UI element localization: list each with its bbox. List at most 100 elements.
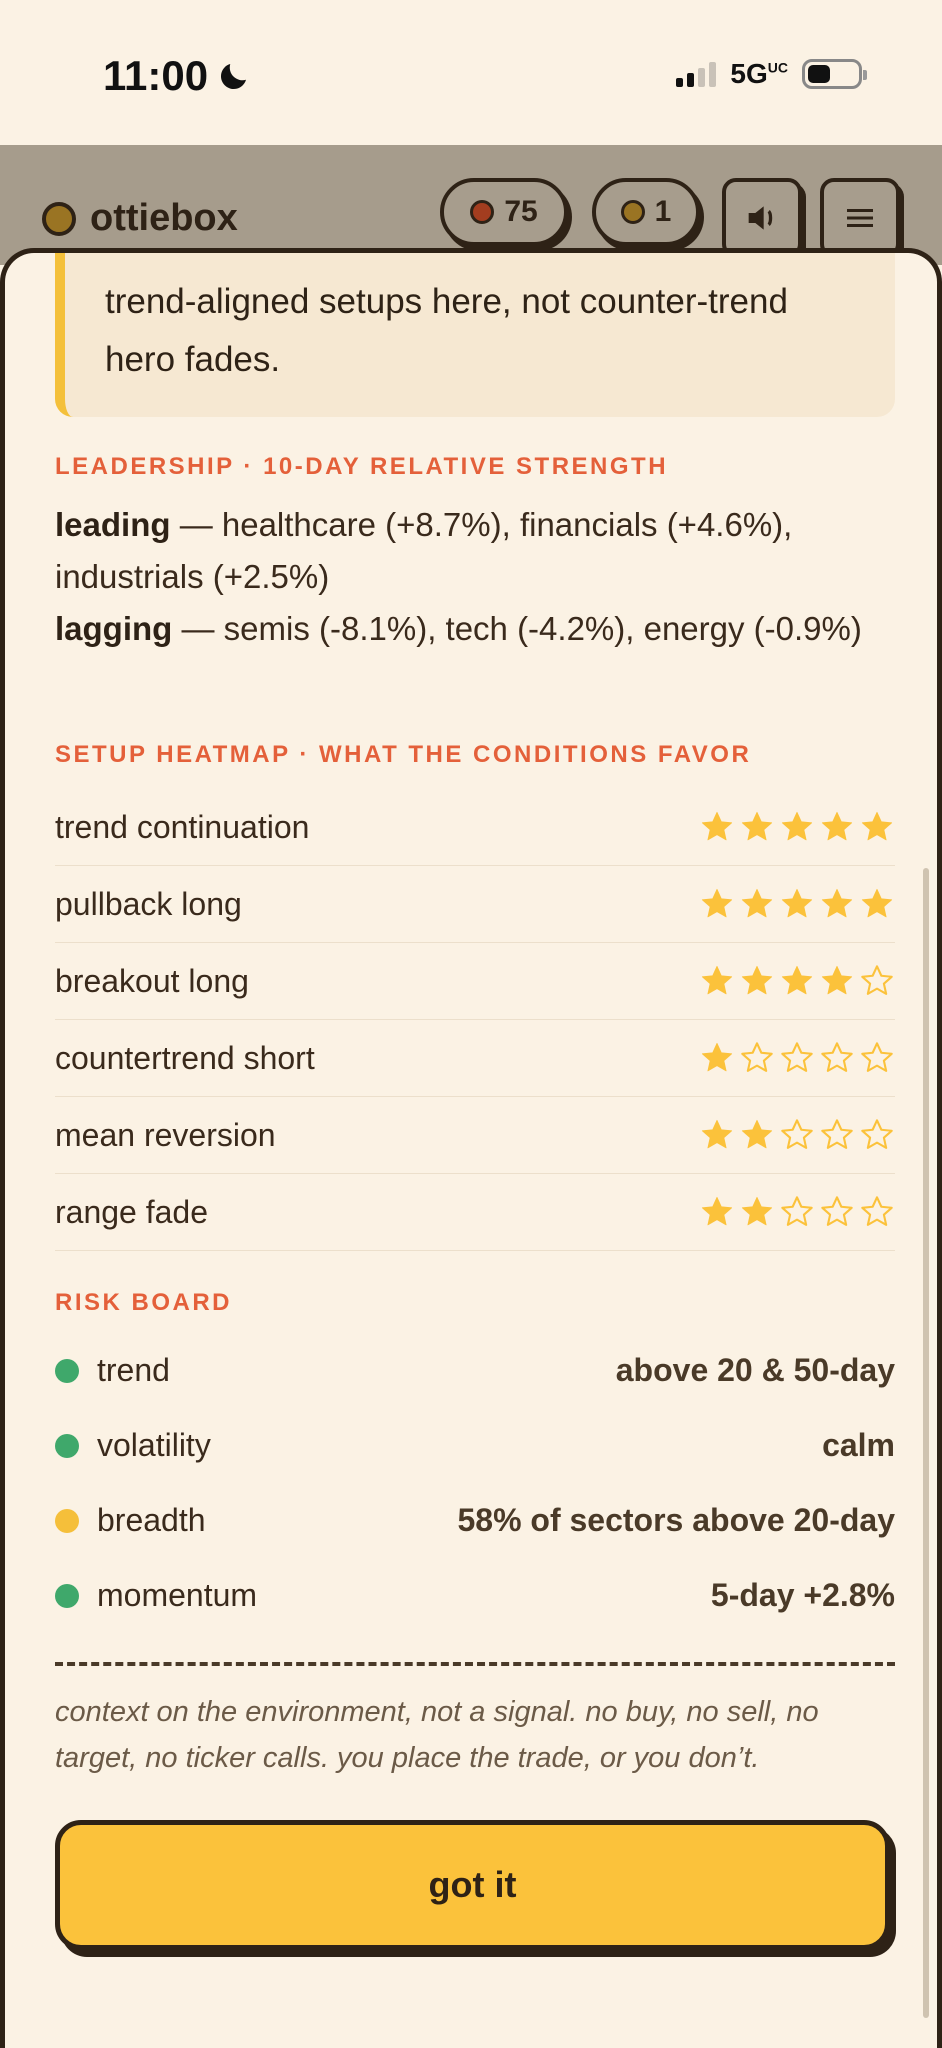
menu-button[interactable] [820, 178, 900, 258]
risk-row-breadth: breadth 58% of sectors above 20-day [55, 1483, 895, 1558]
brand-logo-icon [42, 201, 76, 236]
risk-label: volatility [97, 1427, 211, 1463]
heatmap-row-label: breakout long [55, 962, 249, 999]
star-filled-icon [701, 888, 733, 918]
star-filled-icon [701, 965, 733, 995]
star-filled-icon [741, 811, 773, 841]
star-filled-icon [741, 1196, 773, 1226]
risk-board: trend above 20 & 50-day volatility calm brea… [55, 1333, 895, 1633]
star-filled-icon [861, 811, 893, 841]
brand[interactable]: ottiebox [42, 197, 238, 240]
star-empty-icon [861, 1119, 893, 1149]
heatmap-row: mean reversion [55, 1097, 895, 1174]
clock-label: 11:00 [103, 52, 209, 99]
dashed-divider [55, 1662, 895, 1666]
star-filled-icon [741, 965, 773, 995]
star-filled-icon [821, 811, 853, 841]
star-filled-icon [741, 1119, 773, 1149]
star-empty-icon [861, 1196, 893, 1226]
star-rating [699, 809, 895, 845]
status-indicators: 5GUC [676, 58, 867, 90]
star-rating [699, 886, 895, 922]
moon-icon [221, 64, 247, 90]
heatmap-row: range fade [55, 1174, 895, 1251]
network-type: 5GUC [730, 58, 788, 89]
risk-row-left: momentum [55, 1577, 257, 1614]
lagging-label: lagging [55, 610, 173, 647]
risk-value: calm [822, 1427, 895, 1463]
star-rating [699, 963, 895, 999]
scrollbar[interactable] [923, 868, 929, 2018]
risk-label: trend [97, 1352, 170, 1388]
risk-value: 5-day +2.8% [710, 1577, 895, 1613]
heatmap-row-label: countertrend short [55, 1039, 315, 1076]
risk-row-left: trend [55, 1352, 170, 1389]
star-filled-icon [861, 888, 893, 918]
risk-row-momentum: momentum 5-day +2.8% [55, 1558, 895, 1633]
heatmap-row: pullback long [55, 866, 895, 943]
heatmap-row-label: pullback long [55, 885, 242, 922]
status-dot-icon [55, 1508, 79, 1533]
star-empty-icon [781, 1196, 813, 1226]
star-empty-icon [821, 1042, 853, 1072]
status-dot-icon [55, 1358, 79, 1383]
heatmap-heading: SETUP HEATMAP · WHAT THE CONDITIONS FAVO… [55, 741, 752, 768]
star-filled-icon [701, 1042, 733, 1072]
star-filled-icon [741, 888, 773, 918]
risk-row-left: volatility [55, 1427, 211, 1464]
risk-row-left: breadth [55, 1502, 206, 1539]
status-bar: 11:00 5GUC [0, 0, 942, 145]
leadership-heading: LEADERSHIP · 10-DAY RELATIVE STRENGTH [55, 453, 669, 480]
coins-counter[interactable]: 1 [592, 178, 700, 246]
points-counter[interactable]: 75 [440, 178, 568, 246]
leadership-summary: leading — healthcare (+8.7%), financials… [55, 499, 905, 655]
risk-row-trend: trend above 20 & 50-day [55, 1333, 895, 1408]
cellular-signal-icon [676, 61, 717, 87]
leading-label: leading [55, 506, 171, 543]
conditions-sheet[interactable]: trend-aligned setups here, not counter-t… [0, 248, 942, 2048]
star-filled-icon [701, 1196, 733, 1226]
heatmap-row-label: trend continuation [55, 808, 310, 845]
sound-toggle-button[interactable] [722, 178, 802, 258]
star-filled-icon [781, 965, 813, 995]
heatmap-row-label: mean reversion [55, 1116, 276, 1153]
star-empty-icon [861, 1042, 893, 1072]
hamburger-menu-icon [847, 209, 873, 227]
star-rating [699, 1194, 895, 1230]
coin-dot-icon [620, 200, 645, 224]
risk-row-volatility: volatility calm [55, 1408, 895, 1483]
star-filled-icon [781, 888, 813, 918]
star-rating [699, 1040, 895, 1076]
star-filled-icon [821, 965, 853, 995]
heatmap-row: countertrend short [55, 1020, 895, 1097]
status-dot-icon [55, 1583, 79, 1608]
callout-text: trend-aligned setups here, not counter-t… [105, 282, 788, 379]
star-filled-icon [701, 1119, 733, 1149]
risk-label: breadth [97, 1502, 206, 1538]
heatmap-row-label: range fade [55, 1193, 209, 1230]
star-empty-icon [821, 1196, 853, 1226]
star-empty-icon [781, 1119, 813, 1149]
app-header: ottiebox 75 1 [0, 145, 942, 265]
star-empty-icon [741, 1042, 773, 1072]
got-it-button[interactable]: got it [55, 1820, 890, 1950]
points-count: 75 [504, 195, 538, 228]
star-filled-icon [821, 888, 853, 918]
star-filled-icon [781, 811, 813, 841]
battery-icon [802, 59, 867, 89]
setup-heatmap: trend continuation pullback long breakout … [55, 789, 895, 1251]
points-dot-icon [470, 200, 495, 224]
risk-value: above 20 & 50-day [615, 1352, 895, 1388]
status-dot-icon [55, 1433, 79, 1458]
star-rating [699, 1117, 895, 1153]
heatmap-row: trend continuation [55, 789, 895, 866]
status-time: 11:00 [103, 52, 252, 100]
coins-count: 1 [654, 195, 672, 228]
star-empty-icon [861, 965, 893, 995]
disclaimer-text: context on the environment, not a signal… [55, 1696, 819, 1774]
callout-note: trend-aligned setups here, not counter-t… [55, 253, 895, 417]
star-filled-icon [701, 811, 733, 841]
risk-value: 58% of sectors above 20-day [457, 1502, 895, 1538]
speaker-icon [748, 206, 773, 230]
risk-board-heading: RISK BOARD [55, 1289, 233, 1316]
